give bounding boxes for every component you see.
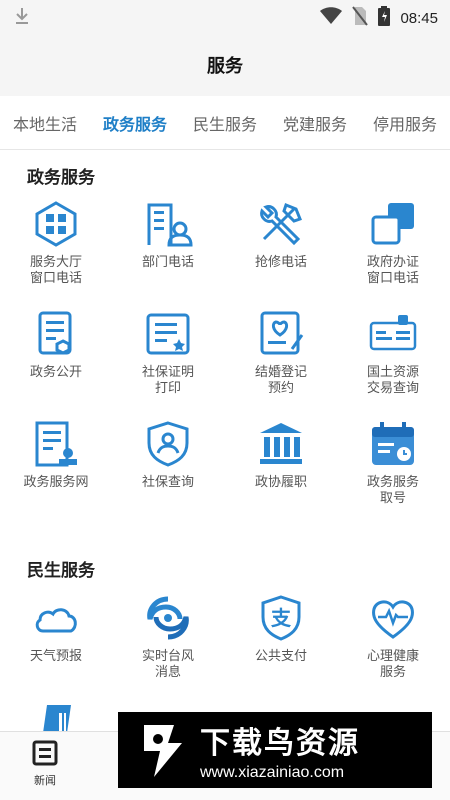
service-item-dept-phone[interactable]: 部门电话 <box>112 199 224 271</box>
service-item-gov-public[interactable]: 政务公开 <box>0 309 112 381</box>
service-label: 公共支付 <box>254 649 307 664</box>
battery-icon <box>378 6 391 30</box>
service-label: 政府办证 窗口电话 <box>366 255 419 286</box>
download-icon <box>14 6 30 30</box>
service-label: 服务大厅 窗口电话 <box>29 255 82 286</box>
calendar-clock-icon <box>372 422 414 465</box>
service-item-hall-phone[interactable]: 服务大厅 窗口电话 <box>0 199 112 287</box>
service-item-repair-phone[interactable]: 抢修电话 <box>225 199 337 271</box>
life-section-title: 民生服务 <box>27 561 95 581</box>
service-item-gov-queue-number[interactable]: 政务服务 取号 <box>337 419 449 507</box>
cloud-icon <box>35 608 77 633</box>
service-label: 抢修电话 <box>254 255 307 270</box>
certificate-window-icon <box>371 203 414 245</box>
tab-local-life[interactable]: 本地生活 <box>9 111 81 135</box>
tab-party-building[interactable]: 党建服务 <box>279 111 351 135</box>
land-resource-icon <box>369 315 417 351</box>
watermark-url: www.xiazainiao.com <box>200 764 345 781</box>
svg-text:支: 支 <box>271 606 292 630</box>
service-label: 政务公开 <box>29 365 82 380</box>
service-label: 政务服务网 <box>23 475 89 490</box>
gov-section-title: 政务服务 <box>27 168 95 188</box>
tab-livelihood[interactable]: 民生服务 <box>189 111 261 135</box>
grid-building-icon <box>35 201 77 247</box>
service-item-mental-health[interactable]: 心理健康 服务 <box>337 593 449 681</box>
service-content[interactable]: 政务服务 服务大厅 窗口电话 部门电话 抢修电话 政府办证 窗口电话 政务公开 … <box>0 151 450 731</box>
status-bar: 08:45 <box>0 0 450 34</box>
service-label: 部门电话 <box>141 255 194 270</box>
service-item-marriage-register[interactable]: 结婚登记 预约 <box>225 309 337 397</box>
alipay-icon: 支 <box>261 595 301 641</box>
nav-news-label: 新闻 <box>34 774 56 787</box>
service-item-weather[interactable]: 天气预报 <box>0 593 112 665</box>
nav-news[interactable]: 新闻 <box>20 740 70 788</box>
news-icon <box>32 740 58 766</box>
document-icon <box>38 311 72 355</box>
no-sim-icon <box>352 6 369 30</box>
service-label: 社保证明 打印 <box>141 365 194 396</box>
service-tabs: 本地生活 政务服务 民生服务 党建服务 停用服务 <box>0 96 450 150</box>
wifi-icon <box>320 7 343 29</box>
typhoon-icon <box>147 596 189 640</box>
service-label: 实时台风 消息 <box>141 649 194 680</box>
repair-tools-icon <box>260 203 302 246</box>
service-label: 心理健康 服务 <box>366 649 419 680</box>
status-time: 08:45 <box>400 9 438 27</box>
service-item-cppcc-duty[interactable]: 政协履职 <box>225 419 337 491</box>
social-shield-icon <box>147 421 189 467</box>
service-item-social-query[interactable]: 社保查询 <box>112 419 224 491</box>
service-label: 政务服务 取号 <box>366 475 419 506</box>
service-item-land-resource[interactable]: 国土资源 交易查询 <box>337 309 449 397</box>
service-item-public-pay[interactable]: 支 公共支付 <box>225 593 337 665</box>
service-label: 结婚登记 预约 <box>254 365 307 396</box>
service-label: 天气预报 <box>29 649 82 664</box>
heart-pulse-icon <box>372 600 414 639</box>
marriage-icon <box>260 311 304 355</box>
service-item-gov-web[interactable]: 政务服务网 <box>0 419 112 491</box>
tab-gov-service[interactable]: 政务服务 <box>99 111 171 135</box>
service-label: 社保查询 <box>141 475 194 490</box>
building-columns-icon <box>260 423 302 464</box>
social-cert-icon <box>146 313 190 355</box>
barcode-icon <box>43 705 71 731</box>
service-item-cert-window-phone[interactable]: 政府办证 窗口电话 <box>337 199 449 287</box>
tab-disabled-service[interactable]: 停用服务 <box>369 111 441 135</box>
title-bar: 服务 <box>0 34 450 96</box>
service-label: 政协履职 <box>254 475 307 490</box>
service-item-social-cert-print[interactable]: 社保证明 打印 <box>112 309 224 397</box>
service-item-typhoon[interactable]: 实时台风 消息 <box>112 593 224 681</box>
watermark-text: 下载鸟资源 <box>200 726 360 761</box>
service-label: 国土资源 交易查询 <box>366 365 419 396</box>
bird-logo-icon <box>144 725 182 777</box>
watermark-banner: 下载鸟资源 www.xiazainiao.com <box>118 712 432 788</box>
department-icon <box>147 203 193 247</box>
gov-web-icon <box>35 421 77 467</box>
page-title: 服务 <box>207 56 243 77</box>
service-item-partial[interactable] <box>0 703 112 731</box>
